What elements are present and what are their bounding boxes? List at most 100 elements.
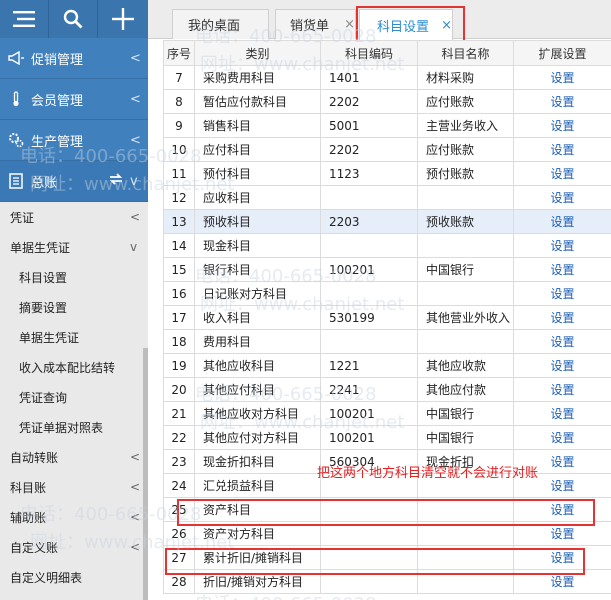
cell-code[interactable]: 2241 <box>320 377 418 402</box>
cell-code[interactable]: 100201 <box>320 401 418 426</box>
settings-link[interactable]: 设置 <box>513 185 611 210</box>
menu-toggle-button[interactable] <box>0 0 49 38</box>
cell-name[interactable]: 主营业务收入 <box>417 113 514 138</box>
switch-icon[interactable] <box>108 172 124 190</box>
cell-name[interactable] <box>417 233 514 258</box>
cell-name[interactable]: 中国银行 <box>417 425 514 450</box>
tab-highlight-box <box>356 6 465 44</box>
cell-name[interactable] <box>417 185 514 210</box>
cell-code[interactable] <box>320 329 418 354</box>
submenu-item[interactable]: 科目设置 <box>0 262 148 292</box>
cell-code[interactable]: 100201 <box>320 425 418 450</box>
table-row[interactable]: 16 日记账对方科目 设置 <box>163 281 611 306</box>
cell-code[interactable] <box>320 281 418 306</box>
settings-link[interactable]: 设置 <box>513 425 611 450</box>
submenu-item-label: 单据生凭证 <box>10 240 71 255</box>
table-row[interactable]: 15 银行科目 100201 中国银行 设置 <box>163 257 611 282</box>
cell-code[interactable]: 1123 <box>320 161 418 186</box>
cell-code[interactable] <box>320 233 418 258</box>
close-icon[interactable]: × <box>344 17 355 32</box>
table-row[interactable]: 9 销售科目 5001 主营业务收入 设置 <box>163 113 611 138</box>
sidebar-item-thermometer[interactable]: 会员管理 < <box>0 79 148 120</box>
settings-link[interactable]: 设置 <box>513 113 611 138</box>
search-button[interactable] <box>49 0 98 38</box>
settings-link[interactable]: 设置 <box>513 65 611 90</box>
table-row[interactable]: 19 其他应收科目 1221 其他应收款 设置 <box>163 353 611 378</box>
settings-link[interactable]: 设置 <box>513 89 611 114</box>
submenu-item[interactable]: 凭证 < <box>0 202 148 232</box>
settings-link[interactable]: 设置 <box>513 281 611 306</box>
cell-name[interactable]: 预付账款 <box>417 161 514 186</box>
cell-name[interactable]: 其他应付款 <box>417 377 514 402</box>
sidebar-item-gears[interactable]: 生产管理 < <box>0 120 148 161</box>
table-row[interactable]: 10 应付科目 2202 应付账款 设置 <box>163 137 611 162</box>
plus-icon <box>112 8 134 30</box>
submenu-item[interactable]: 单据生凭证 v <box>0 232 148 262</box>
table-row[interactable]: 17 收入科目 530199 其他营业外收入 设置 <box>163 305 611 330</box>
submenu-item[interactable]: 凭证查询 <box>0 382 148 412</box>
settings-link[interactable]: 设置 <box>513 137 611 162</box>
cell-name[interactable]: 材料采购 <box>417 65 514 90</box>
cell-code[interactable]: 2202 <box>320 137 418 162</box>
cell-name[interactable]: 中国银行 <box>417 401 514 426</box>
cell-code[interactable] <box>320 185 418 210</box>
table-row[interactable]: 22 其他应付对方科目 100201 中国银行 设置 <box>163 425 611 450</box>
cell-code[interactable]: 1401 <box>320 65 418 90</box>
settings-link[interactable]: 设置 <box>513 377 611 402</box>
table-row[interactable]: 14 现金科目 设置 <box>163 233 611 258</box>
table-row[interactable]: 18 费用科目 设置 <box>163 329 611 354</box>
table-row[interactable]: 7 采购费用科目 1401 材料采购 设置 <box>163 65 611 90</box>
submenu-item[interactable]: 凭证单据对照表 <box>0 412 148 442</box>
settings-link[interactable]: 设置 <box>513 353 611 378</box>
settings-link[interactable]: 设置 <box>513 257 611 282</box>
submenu-item-label: 单据生凭证 <box>19 330 80 345</box>
table-header-row: 序号 类别 科目编码 科目名称 扩展设置 <box>163 40 611 66</box>
submenu-item[interactable]: 摘要设置 <box>0 292 148 322</box>
cell-code[interactable]: 1221 <box>320 353 418 378</box>
cell-name[interactable]: 预收账款 <box>417 209 514 234</box>
cell-name[interactable]: 其他应收款 <box>417 353 514 378</box>
cell-code[interactable]: 530199 <box>320 305 418 330</box>
cell-name[interactable]: 应付账款 <box>417 137 514 162</box>
tab-my-desktop[interactable]: 我的桌面 <box>172 9 269 39</box>
settings-link[interactable]: 设置 <box>513 401 611 426</box>
settings-link[interactable]: 设置 <box>513 305 611 330</box>
cell-no: 16 <box>163 281 195 306</box>
table-row[interactable]: 12 应收科目 设置 <box>163 185 611 210</box>
settings-link[interactable]: 设置 <box>513 161 611 186</box>
cell-category: 应付科目 <box>194 137 321 162</box>
cell-name[interactable]: 应付账款 <box>417 89 514 114</box>
cell-code[interactable]: 2202 <box>320 89 418 114</box>
table-row[interactable]: 20 其他应付科目 2241 其他应付款 设置 <box>163 377 611 402</box>
tab-sales-order[interactable]: 销货单 × <box>275 9 356 39</box>
cell-code[interactable]: 2203 <box>320 209 418 234</box>
settings-link[interactable]: 设置 <box>513 209 611 234</box>
submenu-item[interactable]: 单据生凭证 <box>0 322 148 352</box>
table-row[interactable]: 8 暂估应付款科目 2202 应付账款 设置 <box>163 89 611 114</box>
sidebar-scrollbar[interactable] <box>143 348 148 600</box>
submenu-item[interactable]: 自定义明细表 <box>0 562 148 592</box>
sidebar-item-ledger[interactable]: 总账 v <box>0 161 148 202</box>
settings-link[interactable]: 设置 <box>513 329 611 354</box>
sidebar-item-megaphone[interactable]: 促销管理 < <box>0 38 148 79</box>
table-row[interactable]: 13 预收科目 2203 预收账款 设置 <box>163 209 611 234</box>
submenu-item[interactable]: 科目账 < <box>0 472 148 502</box>
sidebar-toolbar <box>0 0 148 38</box>
submenu-item[interactable]: 自定义账 < <box>0 532 148 562</box>
cell-name[interactable] <box>417 329 514 354</box>
cell-name[interactable] <box>417 281 514 306</box>
submenu-item[interactable]: 收入成本配比结转 <box>0 352 148 382</box>
cell-code[interactable]: 5001 <box>320 113 418 138</box>
tab-label: 我的桌面 <box>188 19 241 34</box>
table-row[interactable]: 11 预付科目 1123 预付账款 设置 <box>163 161 611 186</box>
cell-name[interactable]: 中国银行 <box>417 257 514 282</box>
cell-no: 7 <box>163 65 195 90</box>
table-row[interactable]: 21 其他应收对方科目 100201 中国银行 设置 <box>163 401 611 426</box>
header-no: 序号 <box>163 40 195 66</box>
submenu-item[interactable]: 自动转账 < <box>0 442 148 472</box>
add-button[interactable] <box>98 0 148 38</box>
cell-name[interactable]: 其他营业外收入 <box>417 305 514 330</box>
settings-link[interactable]: 设置 <box>513 233 611 258</box>
cell-code[interactable]: 100201 <box>320 257 418 282</box>
submenu-item[interactable]: 辅助账 < <box>0 502 148 532</box>
